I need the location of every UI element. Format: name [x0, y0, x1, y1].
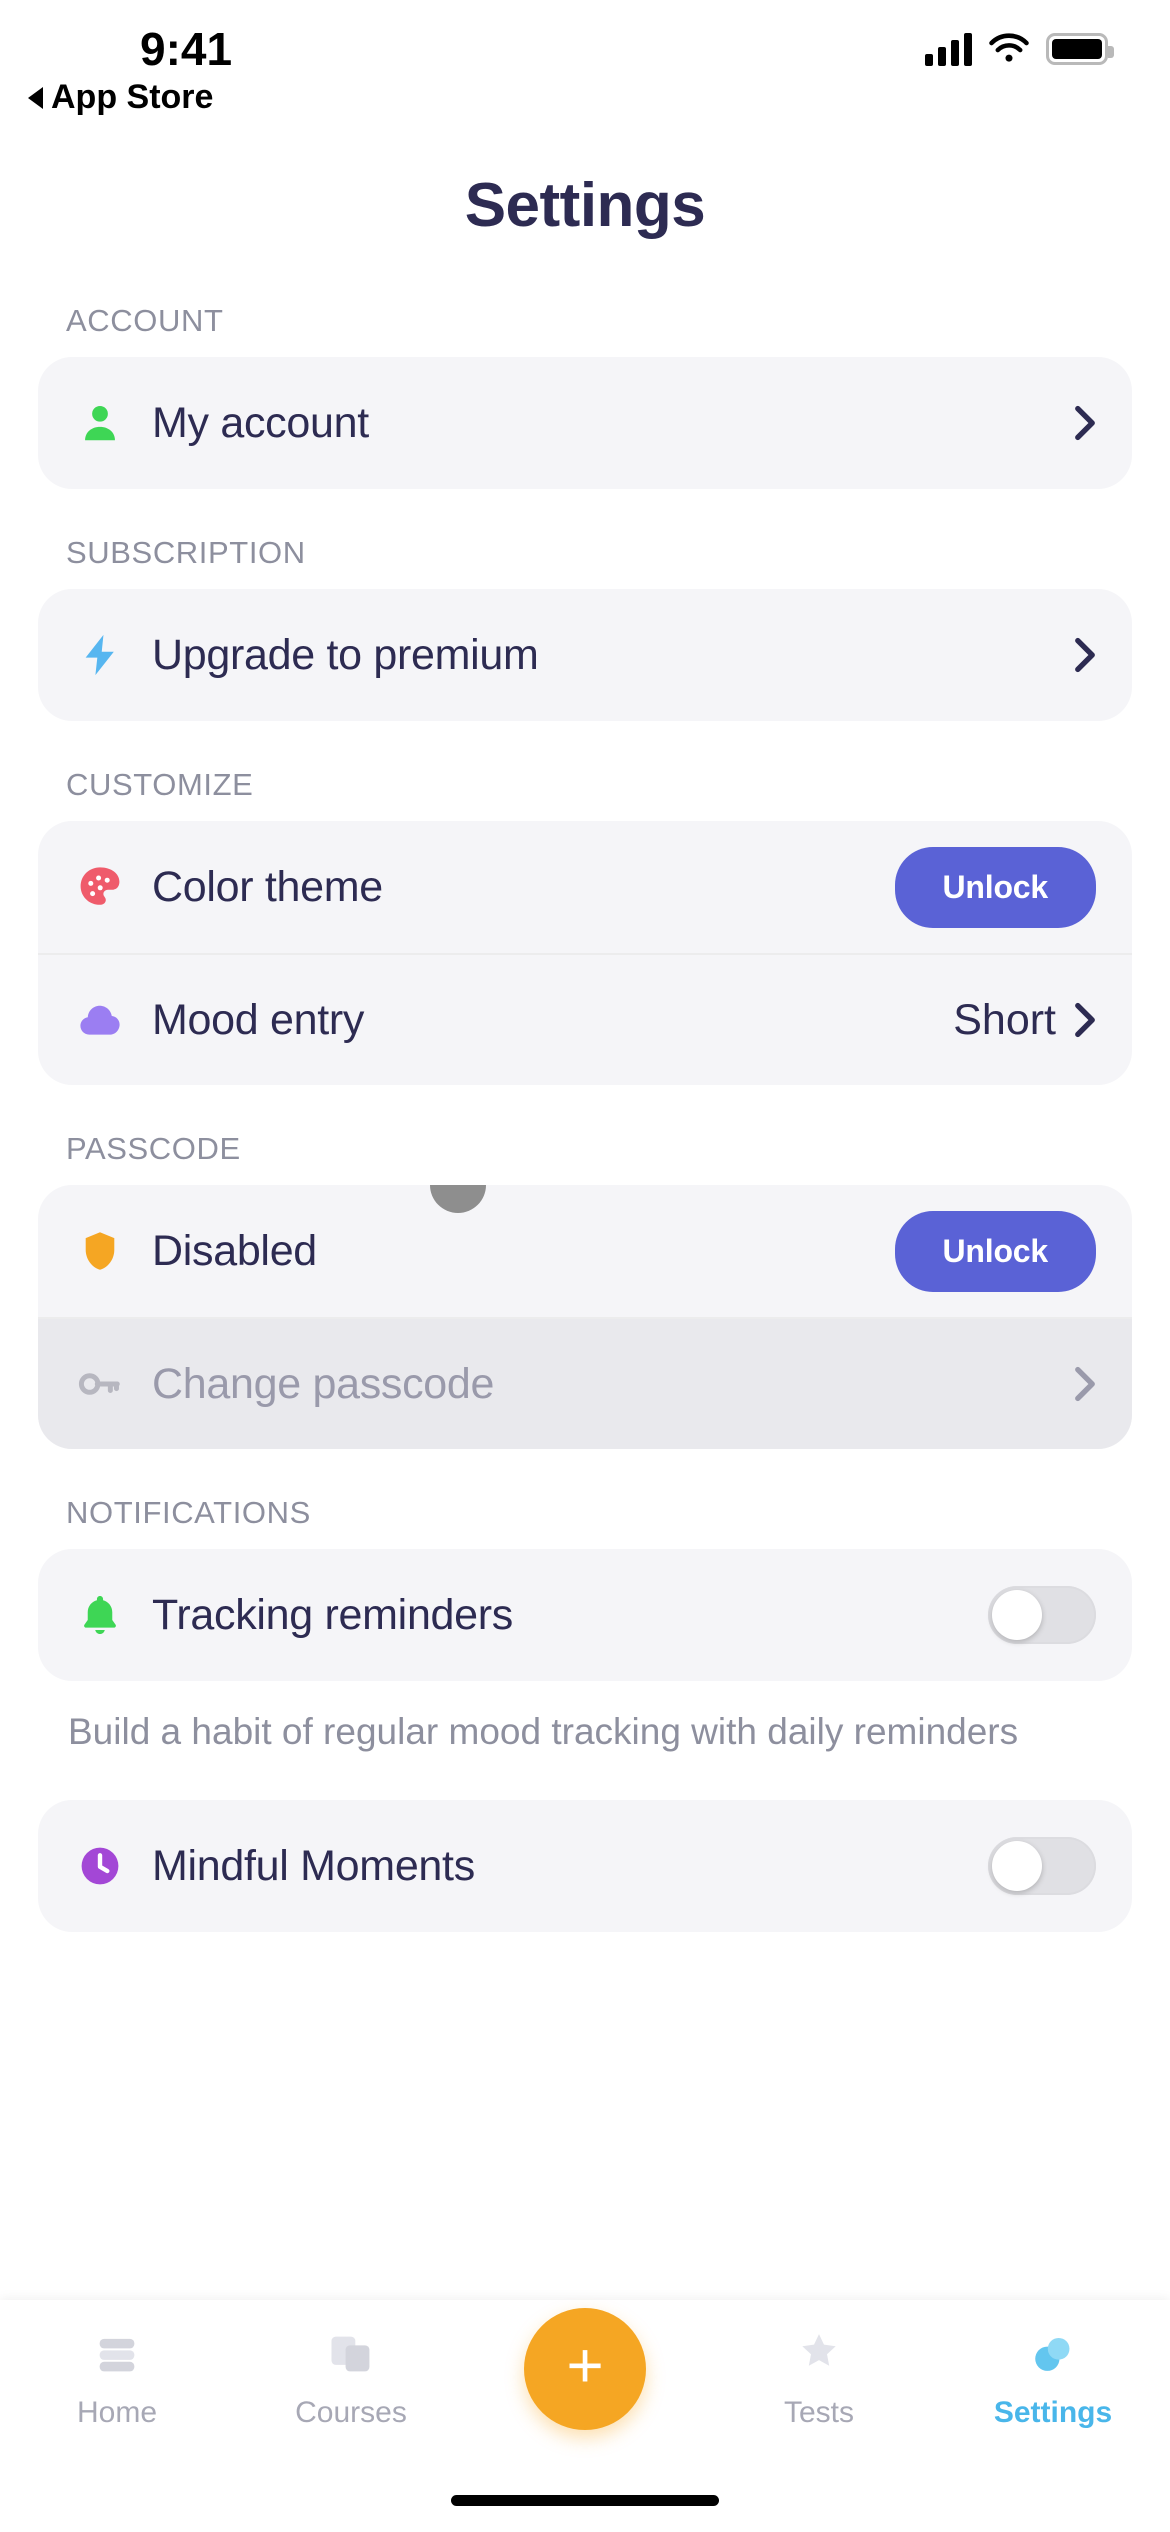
section-label-subscription: SUBSCRIPTION [66, 535, 306, 570]
tab-tests[interactable]: Tests [719, 2324, 919, 2430]
back-label: App Store [51, 78, 214, 116]
settings-list: ACCOUNT My account SUBSCRIPTION Upgrade … [0, 303, 1170, 1933]
section-card-subscription: Upgrade to premium [38, 589, 1132, 721]
row-upgrade-to-premium[interactable]: Upgrade to premium [38, 589, 1132, 721]
unlock-passcode-button[interactable]: Unlock [894, 1210, 1096, 1292]
back-triangle-icon [28, 86, 43, 109]
section-label-passcode: PASSCODE [66, 1131, 241, 1166]
row-label: My account [152, 398, 369, 447]
battery-icon [1046, 33, 1114, 65]
lightning-bolt-icon [72, 627, 128, 683]
tab-courses[interactable]: Courses [251, 2324, 451, 2430]
courses-icon [325, 2324, 377, 2384]
status-time: 9:41 [140, 23, 233, 75]
row-color-theme[interactable]: Color theme Unlock [38, 821, 1132, 953]
section-card-passcode: Disabled Unlock Change passcode [38, 1185, 1132, 1449]
back-to-app-store-link[interactable]: App Store [28, 78, 213, 117]
cloud-icon [72, 992, 128, 1048]
chevron-right-icon [1075, 1366, 1095, 1402]
chevron-right-icon [1075, 405, 1095, 441]
cellular-signal-icon [925, 32, 972, 66]
section-card-customize: Color theme Unlock Mood entry Short [38, 821, 1132, 1085]
tab-label: Settings [993, 2396, 1113, 2429]
wifi-icon [989, 33, 1029, 62]
chevron-right-icon [1075, 637, 1095, 673]
row-label: Disabled [152, 1226, 317, 1275]
tab-label: Tests [783, 2396, 855, 2429]
page-title: Settings [464, 171, 706, 240]
tests-icon [793, 2324, 845, 2384]
home-icon [91, 2324, 143, 2384]
row-label: Mindful Moments [152, 1841, 475, 1890]
row-label: Upgrade to premium [152, 630, 539, 679]
tab-add[interactable]: + [485, 2308, 685, 2430]
toggle-mindful-moments[interactable] [988, 1837, 1096, 1896]
add-button[interactable]: + [524, 2308, 646, 2430]
touch-cursor-indicator [430, 1185, 486, 1213]
section-label-customize: CUSTOMIZE [66, 767, 254, 802]
plus-icon: + [566, 2329, 604, 2402]
toggle-knob [992, 1841, 1042, 1892]
person-icon [72, 395, 128, 451]
settings-icon [1027, 2324, 1079, 2384]
status-indicators [925, 32, 1114, 66]
section-label-notifications: NOTIFICATIONS [66, 1495, 311, 1530]
row-change-passcode[interactable]: Change passcode [38, 1317, 1132, 1449]
section-card-tracking-reminders: Tracking reminders [38, 1549, 1132, 1681]
tab-label: Courses [295, 2396, 407, 2429]
row-label: Mood entry [152, 995, 365, 1044]
bell-icon [72, 1587, 128, 1643]
row-mood-entry[interactable]: Mood entry Short [38, 953, 1132, 1085]
row-passcode-status[interactable]: Disabled Unlock [38, 1185, 1132, 1317]
row-mindful-moments[interactable]: Mindful Moments [38, 1800, 1132, 1932]
section-card-account: My account [38, 357, 1132, 489]
row-value-mood-entry: Short [953, 995, 1056, 1044]
toggle-tracking-reminders[interactable] [988, 1586, 1096, 1644]
section-card-mindful-moments: Mindful Moments [38, 1800, 1132, 1933]
row-tracking-reminders[interactable]: Tracking reminders [38, 1549, 1132, 1681]
toggle-knob [992, 1590, 1042, 1640]
app-screen: 9:41 App Store Settings ACCOUNT My accou… [0, 0, 1170, 2532]
home-indicator [451, 2495, 719, 2506]
status-bar: 9:41 App Store [0, 0, 1170, 130]
row-label: Change passcode [152, 1359, 495, 1408]
row-label: Color theme [152, 862, 383, 911]
clock-icon [72, 1838, 128, 1894]
chevron-right-icon [1075, 1002, 1095, 1038]
row-label: Tracking reminders [152, 1590, 514, 1639]
shield-icon [72, 1223, 128, 1279]
tab-label: Home [76, 2396, 158, 2429]
palette-icon [72, 859, 128, 915]
tab-home[interactable]: Home [17, 2324, 217, 2430]
unlock-color-theme-button[interactable]: Unlock [894, 846, 1096, 928]
tracking-reminders-hint: Build a habit of regular mood tracking w… [68, 1711, 1019, 1752]
section-label-account: ACCOUNT [66, 303, 224, 338]
row-my-account[interactable]: My account [38, 357, 1132, 489]
key-icon [72, 1356, 128, 1412]
tab-settings[interactable]: Settings [953, 2324, 1153, 2430]
